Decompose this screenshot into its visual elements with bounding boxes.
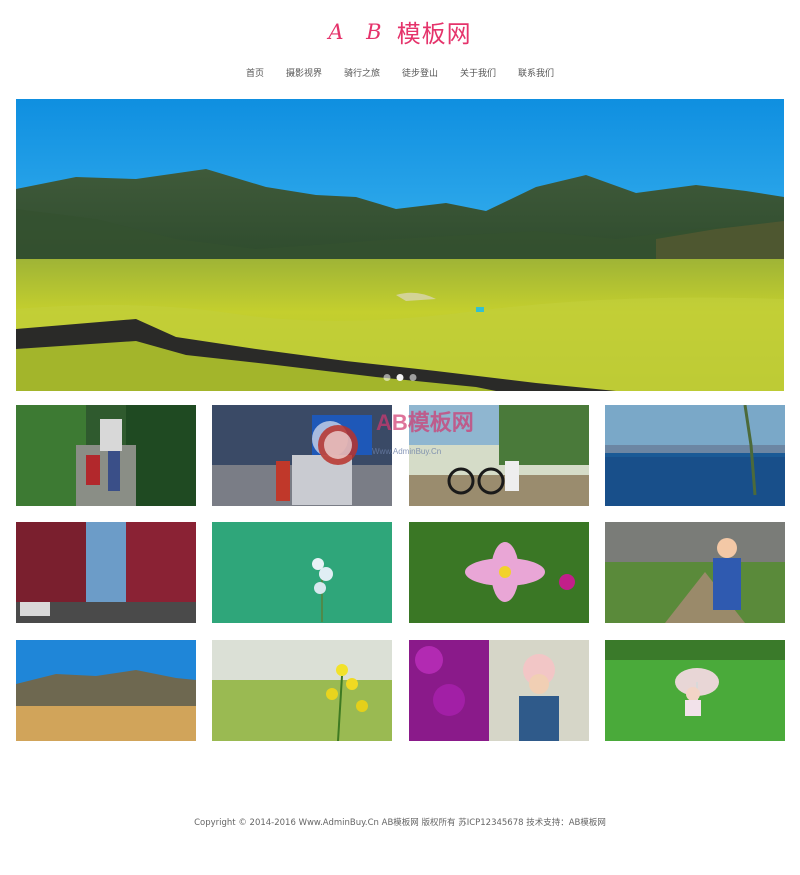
site-logo[interactable]: A B 模板网: [0, 14, 800, 49]
logo-title: 模板网: [396, 20, 472, 48]
main-nav: 首页 摄影视界 骑行之旅 徒步登山 关于我们 联系我们: [0, 64, 800, 82]
gallery-photo-1[interactable]: [16, 405, 196, 506]
gallery-photo-11[interactable]: [409, 640, 589, 741]
gallery-photo-9[interactable]: [16, 640, 196, 741]
slider-dot-2[interactable]: [396, 374, 404, 381]
gallery-photo-7[interactable]: [409, 522, 589, 623]
gallery-photo-5[interactable]: [16, 522, 196, 623]
footer-copyright: Copyright © 2014-2016 Www.AdminBuy.Cn AB…: [194, 818, 606, 828]
slider-dot-3[interactable]: [409, 374, 417, 381]
logo-ab-mark: A B: [328, 19, 390, 44]
nav-item-hiking[interactable]: 徒步登山: [391, 64, 449, 82]
gallery-photo-6[interactable]: [212, 522, 392, 623]
gallery-photo-8[interactable]: [605, 522, 785, 623]
gallery-photo-3[interactable]: [409, 405, 589, 506]
gallery-photo-12[interactable]: [605, 640, 785, 741]
banner-landscape-image: [16, 99, 784, 391]
gallery-photo-4[interactable]: [605, 405, 785, 506]
slider-dots: [383, 374, 417, 381]
nav-item-about[interactable]: 关于我们: [449, 64, 507, 82]
nav-item-photography[interactable]: 摄影视界: [275, 64, 333, 82]
hero-banner[interactable]: [16, 99, 784, 391]
slider-dot-1[interactable]: [383, 374, 391, 381]
nav-item-contact[interactable]: 联系我们: [507, 64, 565, 82]
nav-item-cycling[interactable]: 骑行之旅: [333, 64, 391, 82]
gallery-photo-10[interactable]: [212, 640, 392, 741]
gallery-photo-2[interactable]: [212, 405, 392, 506]
nav-item-home[interactable]: 首页: [235, 64, 275, 82]
